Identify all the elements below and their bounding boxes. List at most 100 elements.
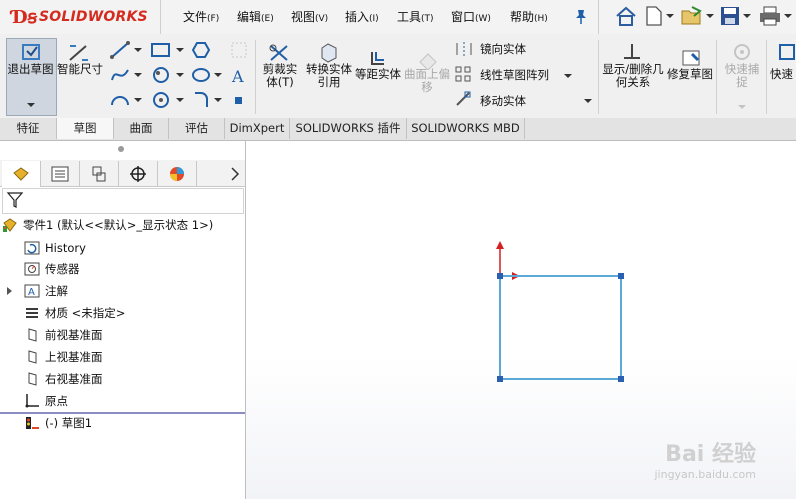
grid-disabled-icon xyxy=(231,42,247,58)
crosshair-icon xyxy=(130,166,146,182)
move-entities-button[interactable]: 移动实体 xyxy=(480,93,526,109)
tree-item-front-plane[interactable]: 前视基准面 xyxy=(24,325,103,345)
chevron-down-icon[interactable] xyxy=(743,12,751,20)
exit-sketch-icon xyxy=(22,44,40,60)
smart-dimension-icon xyxy=(69,45,88,61)
tree-item-right-plane[interactable]: 右视基准面 xyxy=(24,369,103,389)
y-axis-arrowhead xyxy=(496,241,504,249)
tab-configuration-manager[interactable] xyxy=(80,161,119,187)
tab-dimxpert[interactable]: DimXpert xyxy=(225,118,290,139)
watermark-line2: jingyan.baidu.com xyxy=(654,468,756,481)
open-folder-icon[interactable] xyxy=(680,5,704,27)
tab-display-manager[interactable] xyxy=(158,161,197,187)
text-icon[interactable]: A xyxy=(230,66,248,86)
part-icon xyxy=(3,218,17,232)
spline-icon[interactable] xyxy=(110,66,130,84)
convert-entities-button[interactable]: 转换实体引用 xyxy=(306,63,352,89)
sketch-point xyxy=(497,376,503,382)
chevron-down-icon[interactable] xyxy=(584,98,592,104)
slot-icon[interactable] xyxy=(150,91,172,109)
tree-item-sensors[interactable]: 传感器 xyxy=(24,259,80,279)
sketch-point xyxy=(497,273,503,279)
rapid-sketch-icon xyxy=(779,44,795,60)
chevron-down-icon[interactable] xyxy=(134,97,142,103)
menu-label: 视图 xyxy=(291,10,316,24)
repair-sketch-button[interactable]: 修复草图 xyxy=(667,68,713,81)
trim-entities-button[interactable]: 剪裁实体(T) xyxy=(258,63,302,89)
chevron-down-icon[interactable] xyxy=(738,104,746,110)
menu-insert[interactable]: 插入(I) xyxy=(345,8,379,25)
linear-pattern-button[interactable]: 线性草图阵列 xyxy=(480,67,549,83)
menu-file[interactable]: 文件(F) xyxy=(183,8,219,25)
tree-item-annotations[interactable]: A 注解 xyxy=(24,281,68,301)
tree-label: 零件1 (默认<<默认>_显示状态 1>) xyxy=(23,218,214,232)
menu-help[interactable]: 帮助(H) xyxy=(510,8,548,25)
chevron-down-icon[interactable] xyxy=(706,12,714,20)
tab-dimxpert-manager[interactable] xyxy=(119,161,158,187)
tab-evaluate[interactable]: 评估 xyxy=(169,118,225,139)
tree-item-part[interactable]: 零件1 (默认<<默认>_显示状态 1>) xyxy=(2,215,213,235)
tree-item-origin[interactable]: 原点 xyxy=(24,391,68,411)
chevron-down-icon[interactable] xyxy=(564,73,572,79)
tree-item-history[interactable]: History xyxy=(24,238,86,258)
tab-solidworks-mbd[interactable]: SOLIDWORKS MBD xyxy=(407,118,525,139)
arc-icon[interactable] xyxy=(110,91,130,109)
chevron-down-icon[interactable] xyxy=(176,97,184,103)
tree-item-top-plane[interactable]: 上视基准面 xyxy=(24,347,103,367)
menu-shortcut: (T) xyxy=(421,14,434,24)
line-icon[interactable] xyxy=(110,41,130,59)
display-delete-relations-button[interactable]: 显示/删除几何关系 xyxy=(602,63,664,89)
tab-property-manager[interactable] xyxy=(41,161,80,187)
exit-sketch-label: 退出草图 xyxy=(7,62,54,76)
save-icon[interactable] xyxy=(719,5,741,27)
chevron-down-icon[interactable] xyxy=(134,47,142,53)
menu-edit[interactable]: 编辑(E) xyxy=(237,8,274,25)
mirror-entities-button[interactable]: 镜向实体 xyxy=(480,41,526,57)
home-icon[interactable] xyxy=(614,5,638,27)
chevron-down-icon[interactable] xyxy=(27,102,35,108)
chevron-down-icon[interactable] xyxy=(214,72,222,78)
display-relations-icon xyxy=(624,44,640,59)
fillet-icon[interactable] xyxy=(191,91,211,109)
circle-icon[interactable] xyxy=(150,66,172,84)
ellipse-icon[interactable] xyxy=(191,66,211,84)
menu-label: 插入 xyxy=(345,10,370,24)
tree-label: (-) 草图1 xyxy=(45,416,93,430)
property-manager-icon xyxy=(51,166,69,182)
tab-feature-manager[interactable] xyxy=(2,161,41,187)
polygon-icon[interactable] xyxy=(191,41,211,59)
point-icon[interactable] xyxy=(234,96,244,106)
menu-view[interactable]: 视图(V) xyxy=(291,8,328,25)
chevron-down-icon[interactable] xyxy=(176,47,184,53)
smart-dimension-button[interactable]: 智能尺寸 xyxy=(57,63,103,76)
surface-offset-button[interactable]: 曲面上偏移 xyxy=(404,68,450,94)
solidworks-logo[interactable]: Ɗꞩ SOLIDWORKS xyxy=(12,5,148,29)
chevron-down-icon[interactable] xyxy=(134,72,142,78)
expand-arrow-icon[interactable] xyxy=(6,286,14,296)
tab-sketch[interactable]: 草图 xyxy=(57,118,114,139)
panel-grip[interactable] xyxy=(118,146,124,152)
chevron-down-icon[interactable] xyxy=(784,12,792,20)
tree-item-material[interactable]: 材质 <未指定> xyxy=(24,303,125,323)
menu-window[interactable]: 窗口(W) xyxy=(451,8,491,25)
configuration-manager-icon xyxy=(92,166,106,182)
menu-tools[interactable]: 工具(T) xyxy=(397,8,434,25)
new-document-icon[interactable] xyxy=(644,5,664,27)
rectangle-icon[interactable] xyxy=(150,41,172,59)
tab-features[interactable]: 特征 xyxy=(0,118,57,139)
chevron-right-icon[interactable] xyxy=(230,167,240,181)
pin-icon[interactable] xyxy=(574,9,588,25)
filter-icon[interactable] xyxy=(6,191,24,209)
tree-item-sketch[interactable]: (-) 草图1 xyxy=(24,413,92,433)
chevron-down-icon[interactable] xyxy=(214,97,222,103)
chevron-down-icon[interactable] xyxy=(666,12,674,20)
tab-solidworks-addins[interactable]: SOLIDWORKS 插件 xyxy=(290,118,407,139)
filter-bar[interactable] xyxy=(2,188,244,214)
offset-entities-button[interactable]: 等距实体 xyxy=(355,68,401,81)
chevron-down-icon[interactable] xyxy=(176,72,184,78)
print-icon[interactable] xyxy=(758,5,782,27)
annotations-icon: A xyxy=(24,284,40,298)
quick-snaps-button[interactable]: 快速捕捉 xyxy=(720,63,764,89)
rapid-sketch-button[interactable]: 快速 xyxy=(770,68,796,81)
tab-surfaces[interactable]: 曲面 xyxy=(114,118,169,139)
